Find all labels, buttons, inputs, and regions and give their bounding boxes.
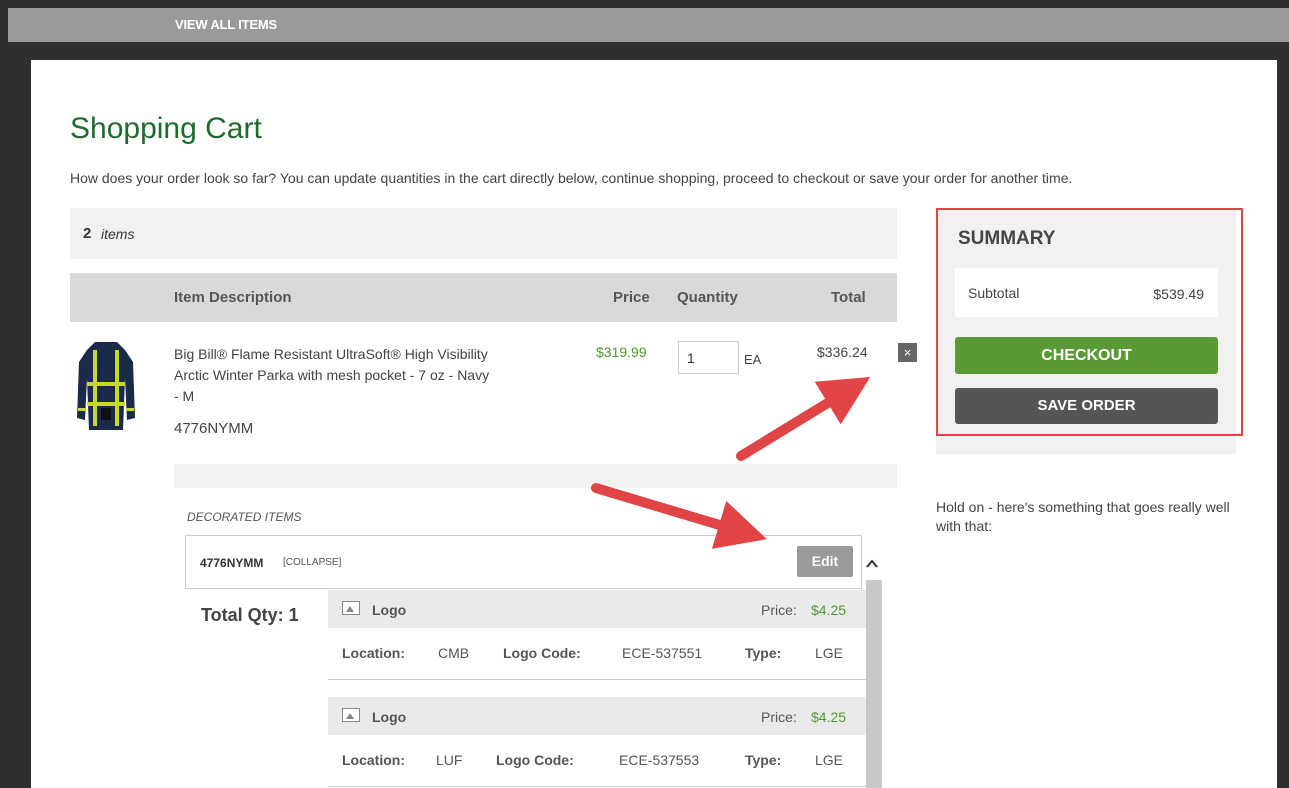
logo-code-value: ECE-537551 xyxy=(622,645,703,661)
decorated-items-label: DECORATED ITEMS xyxy=(187,510,302,524)
header-total: Total xyxy=(831,289,866,306)
unit-of-measure: EA xyxy=(744,352,762,367)
upsell-text: Hold on - here's something that goes rea… xyxy=(936,499,1230,534)
decorated-item-header: 4776NYMM [COLLAPSE] xyxy=(185,535,862,589)
scrollbar-track[interactable] xyxy=(866,580,882,788)
logo-code-label: Logo Code: xyxy=(496,752,574,768)
top-nav-bar: VIEW ALL ITEMS xyxy=(8,8,1289,42)
arrow-to-edit xyxy=(591,483,767,549)
arrow-to-remove xyxy=(736,376,871,461)
image-icon xyxy=(342,601,360,615)
item-count: 2 xyxy=(83,225,92,242)
item-separator xyxy=(174,464,897,488)
item-count-word: items xyxy=(101,226,135,242)
header-description: Item Description xyxy=(174,289,292,306)
remove-item-close-icon[interactable]: × xyxy=(898,343,917,362)
logo-name: Logo xyxy=(372,709,407,725)
logo-name: Logo xyxy=(372,602,407,618)
type-label: Type: xyxy=(745,752,782,768)
logo-price-label: Price: xyxy=(761,709,797,725)
decorated-sku: 4776NYMM xyxy=(200,556,264,570)
logo-details-2: Location: LUF Logo Code: ECE-537553 Type… xyxy=(328,735,866,787)
type-value: LGE xyxy=(815,645,844,661)
product-image[interactable] xyxy=(75,338,137,436)
location-label: Location: xyxy=(342,752,405,768)
logo-price-label: Price: xyxy=(761,602,797,618)
logo-code-value: ECE-537553 xyxy=(619,752,700,768)
total-quantity: Total Qty: 1 xyxy=(201,605,299,625)
location-label: Location: xyxy=(342,645,405,661)
header-quantity: Quantity xyxy=(677,289,738,306)
location-value: LUF xyxy=(436,752,463,768)
item-total: $336.24 xyxy=(817,344,868,360)
logo-details-1: Location: CMB Logo Code: ECE-537551 Type… xyxy=(328,628,866,680)
item-price: $319.99 xyxy=(596,344,647,360)
item-count-bar: 2 items xyxy=(70,208,897,259)
cart-table-header: Item Description Price Quantity Total xyxy=(70,273,897,322)
type-value: LGE xyxy=(815,752,844,768)
logo-code-label: Logo Code: xyxy=(503,645,581,661)
page-title: Shopping Cart xyxy=(70,112,262,145)
quantity-input[interactable] xyxy=(678,341,739,374)
logo-header-1: Logo Price: $4.25 xyxy=(328,590,866,628)
logo-price: $4.25 xyxy=(811,709,847,725)
intro-text: How does your order look so far? You can… xyxy=(70,170,1073,186)
summary-highlight-box xyxy=(936,208,1243,436)
view-all-items-link[interactable]: VIEW ALL ITEMS xyxy=(175,17,277,32)
item-description[interactable]: Big Bill® Flame Resistant UltraSoft® Hig… xyxy=(174,344,494,407)
item-sku: 4776NYMM xyxy=(174,420,254,437)
image-icon xyxy=(342,708,360,722)
header-price: Price xyxy=(613,289,650,306)
logo-header-2: Logo Price: $4.25 xyxy=(328,697,866,735)
edit-button[interactable]: Edit xyxy=(797,546,853,577)
collapse-link[interactable]: [COLLAPSE] xyxy=(283,557,341,568)
logo-price: $4.25 xyxy=(811,602,847,618)
type-label: Type: xyxy=(745,645,782,661)
cart-panel: Shopping Cart How does your order look s… xyxy=(31,60,1277,788)
chevron-up-icon[interactable] xyxy=(864,554,880,574)
location-value: CMB xyxy=(438,645,470,661)
